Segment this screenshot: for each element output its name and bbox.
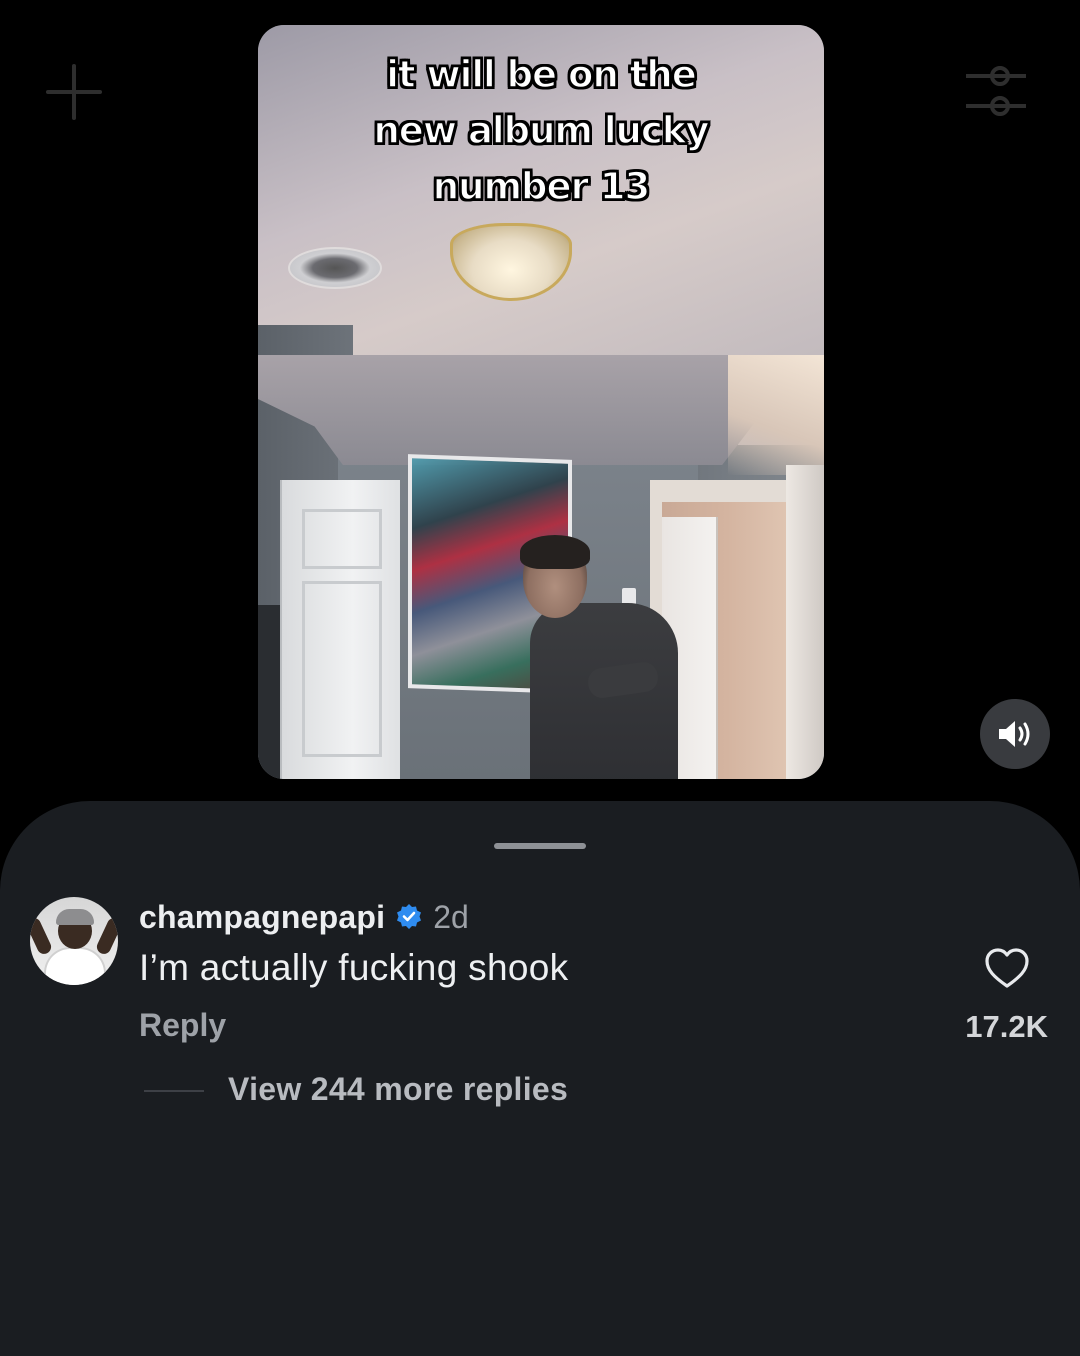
avatar-arm [30, 915, 54, 957]
plus-icon[interactable] [46, 64, 102, 120]
video-frame-right-door [786, 465, 824, 779]
video-caption: it will be on the new album lucky number… [258, 47, 824, 215]
caption-line: new album lucky [373, 108, 711, 153]
view-replies-button[interactable]: View 244 more replies [228, 1071, 568, 1108]
video-frame-door-panel [302, 581, 382, 757]
avatar-arm [94, 915, 118, 957]
video-frame-door-panel [302, 509, 382, 569]
video-frame-light [728, 355, 824, 475]
comment-text: I’m actually fucking shook [139, 947, 569, 988]
like-count: 17.2K [965, 1009, 1048, 1044]
avatar-body [44, 947, 106, 985]
video-player[interactable]: it will be on the new album lucky number… [258, 25, 824, 779]
comment-timestamp: 2d [433, 898, 469, 935]
mute-button[interactable] [980, 699, 1050, 769]
filter-icon[interactable] [966, 64, 1026, 120]
sheet-drag-handle[interactable] [494, 843, 586, 849]
reply-button[interactable]: Reply [139, 1007, 226, 1044]
caption-line: it will be on the [385, 52, 697, 97]
verified-badge-icon [397, 904, 422, 929]
video-frame-vent [288, 247, 382, 289]
speaker-icon [999, 721, 1030, 747]
avatar-cap [56, 909, 94, 925]
comment-username[interactable]: champagnepapi [139, 899, 385, 936]
replies-divider [144, 1090, 204, 1092]
video-frame-person-hair [520, 535, 590, 569]
avatar[interactable] [30, 897, 118, 985]
heart-icon[interactable] [984, 947, 1030, 989]
comment-meta: champagnepapi 2d [139, 897, 469, 937]
comments-sheet: champagnepapi 2d I’m actually fucking sh… [0, 801, 1080, 1356]
video-frame-shadow [258, 605, 282, 779]
caption-line: number 13 [432, 164, 651, 209]
